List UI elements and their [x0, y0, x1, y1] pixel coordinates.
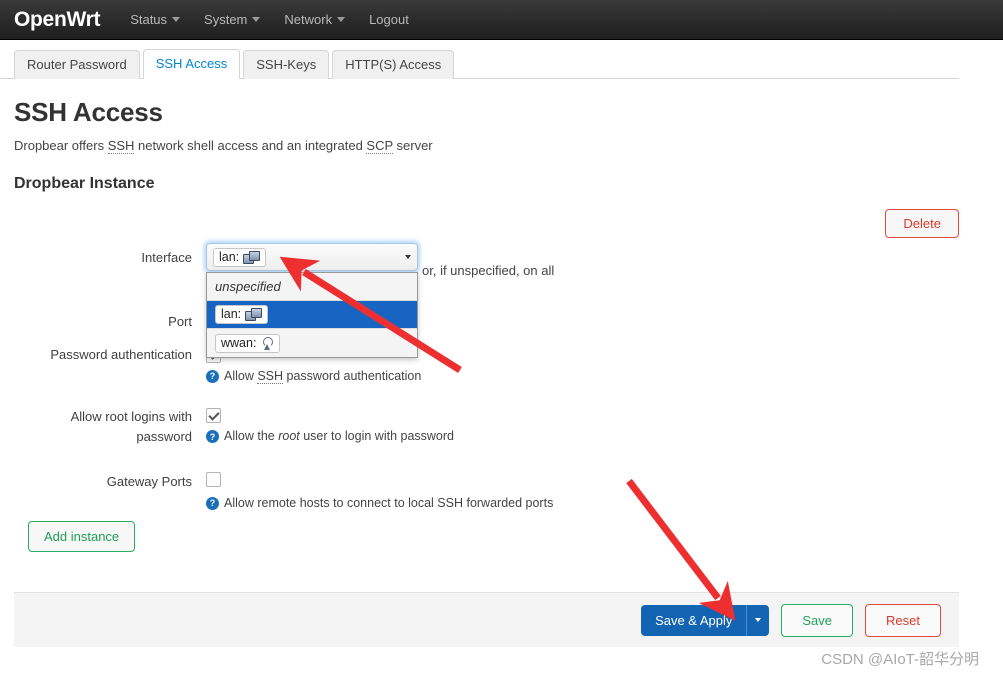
add-instance-button[interactable]: Add instance: [28, 520, 136, 552]
page-description: Dropbear offers SSH network shell access…: [14, 138, 959, 154]
password-auth-label: Password authentication: [50, 347, 192, 362]
interface-dropdown-list: unspecified lan: wwan:: [206, 272, 418, 358]
password-auth-help-part2: password authentication: [283, 368, 422, 383]
form-action-bar: Save & Apply Save Reset: [14, 592, 959, 647]
nav-item-logout-label: Logout: [369, 12, 409, 27]
password-auth-help-part1: Allow: [224, 368, 258, 383]
root-login-help-part1: Allow the: [224, 429, 279, 443]
wireless-antenna-icon: [260, 336, 274, 350]
chevron-down-icon: [337, 17, 346, 22]
csdn-watermark: CSDN @AIoT-韶华分明: [821, 651, 979, 668]
password-auth-help: ? Allow SSH password authentication: [206, 368, 959, 384]
nav-item-status[interactable]: Status: [130, 12, 181, 27]
interface-select-wrapper: lan: unspecified lan: wwan:: [206, 243, 418, 358]
tab-ssh-access[interactable]: SSH Access: [142, 49, 241, 79]
gateway-ports-checkbox[interactable]: [206, 471, 221, 487]
port-label: Port: [168, 314, 192, 329]
top-navigation-bar: OpenWrt Status System Network Logout: [0, 0, 1003, 40]
save-button[interactable]: Save: [781, 603, 854, 637]
root-login-checkbox[interactable]: [206, 408, 221, 423]
lan-network-icon: [245, 308, 263, 321]
interface-selected-value: lan:: [213, 247, 267, 267]
delete-button-row: Delete: [14, 201, 959, 243]
root-login-label: Allow root logins with password: [70, 408, 192, 444]
openwrt-logo: OpenWrt: [14, 7, 101, 31]
root-user-emphasis: root: [278, 429, 300, 443]
root-login-help-text: Allow the root user to login with passwo…: [224, 428, 454, 444]
interface-select[interactable]: lan:: [206, 243, 418, 271]
page-title: SSH Access: [14, 97, 163, 127]
nav-item-network[interactable]: Network: [284, 12, 346, 27]
root-login-help-part2: user to login with password: [299, 429, 454, 443]
gateway-ports-help: ? Allow remote hosts to connect to local…: [206, 495, 959, 511]
dropdown-option-lan-pill: lan:: [215, 305, 269, 324]
nav-item-logout[interactable]: Logout: [369, 12, 409, 27]
dropdown-option-unspecified[interactable]: unspecified: [207, 273, 417, 301]
interface-label: Interface: [141, 250, 192, 265]
dropdown-option-wwan-label: wwan:: [221, 335, 257, 350]
save-and-apply-button[interactable]: Save & Apply: [641, 604, 770, 636]
page-description-part1: Dropbear offers: [14, 138, 108, 153]
chevron-down-icon: [755, 618, 762, 622]
root-login-help: ? Allow the root user to login with pass…: [206, 428, 959, 444]
ssh-abbreviation: SSH: [107, 138, 135, 154]
delete-button[interactable]: Delete: [885, 209, 959, 238]
interface-help-fragment: or, if unspecified, on all: [422, 263, 555, 278]
chevron-down-icon: [172, 17, 181, 22]
page-content: SSH Access Dropbear offers SSH network s…: [0, 79, 1003, 568]
nav-item-status-label: Status: [130, 12, 168, 27]
page-description-part2: network shell access and an integrated: [134, 138, 367, 153]
lan-network-icon: [243, 250, 261, 264]
dropdown-option-lan-label: lan:: [221, 307, 242, 321]
tab-router-password[interactable]: Router Password: [14, 50, 140, 79]
nav-item-system-label: System: [204, 12, 248, 27]
tab-https-access[interactable]: HTTP(S) Access: [332, 50, 455, 79]
add-instance-row: Add instance: [14, 511, 959, 568]
save-and-apply-dropdown-toggle[interactable]: [747, 605, 769, 636]
chevron-down-icon: [252, 17, 261, 22]
help-question-icon: ?: [206, 369, 219, 383]
reset-button[interactable]: Reset: [865, 603, 941, 637]
dropdown-option-wwan[interactable]: wwan:: [207, 329, 417, 357]
tab-ssh-keys[interactable]: SSH-Keys: [243, 50, 330, 79]
save-and-apply-label: Save & Apply: [641, 604, 748, 636]
tab-bar: Router Password SSH Access SSH-Keys HTTP…: [0, 40, 959, 79]
chevron-down-icon: [405, 255, 411, 259]
gateway-ports-label: Gateway Ports: [106, 473, 192, 489]
ssh-abbreviation: SSH: [257, 368, 284, 384]
gateway-ports-help-text: Allow remote hosts to connect to local S…: [224, 495, 554, 510]
interface-selected-label: lan:: [219, 249, 240, 264]
form-row-root-login: Allow root logins with password ? Allow …: [14, 406, 959, 447]
scp-abbreviation: SCP: [366, 138, 393, 154]
form-row-password-auth: Password authentication ? Allow SSH pass…: [14, 345, 959, 384]
interface-control: lan: unspecified lan: wwan:: [206, 243, 959, 358]
help-question-icon: ?: [206, 496, 219, 510]
form-row-gateway-ports: Gateway Ports ? Allow remote hosts to co…: [14, 471, 959, 511]
gateway-ports-control: ? Allow remote hosts to connect to local…: [206, 471, 959, 511]
root-login-control: ? Allow the root user to login with pass…: [206, 406, 959, 447]
password-auth-help-text: Allow SSH password authentication: [224, 368, 421, 384]
help-question-icon: ?: [206, 430, 219, 443]
page-description-part3: server: [392, 138, 433, 153]
dropdown-option-wwan-pill: wwan:: [215, 333, 281, 353]
nav-item-system[interactable]: System: [204, 12, 261, 27]
dropdown-option-lan[interactable]: lan:: [207, 301, 417, 329]
nav-item-network-label: Network: [284, 12, 333, 27]
form-row-port: Port: [14, 273, 959, 337]
section-title-dropbear-instance: Dropbear Instance: [14, 175, 155, 192]
